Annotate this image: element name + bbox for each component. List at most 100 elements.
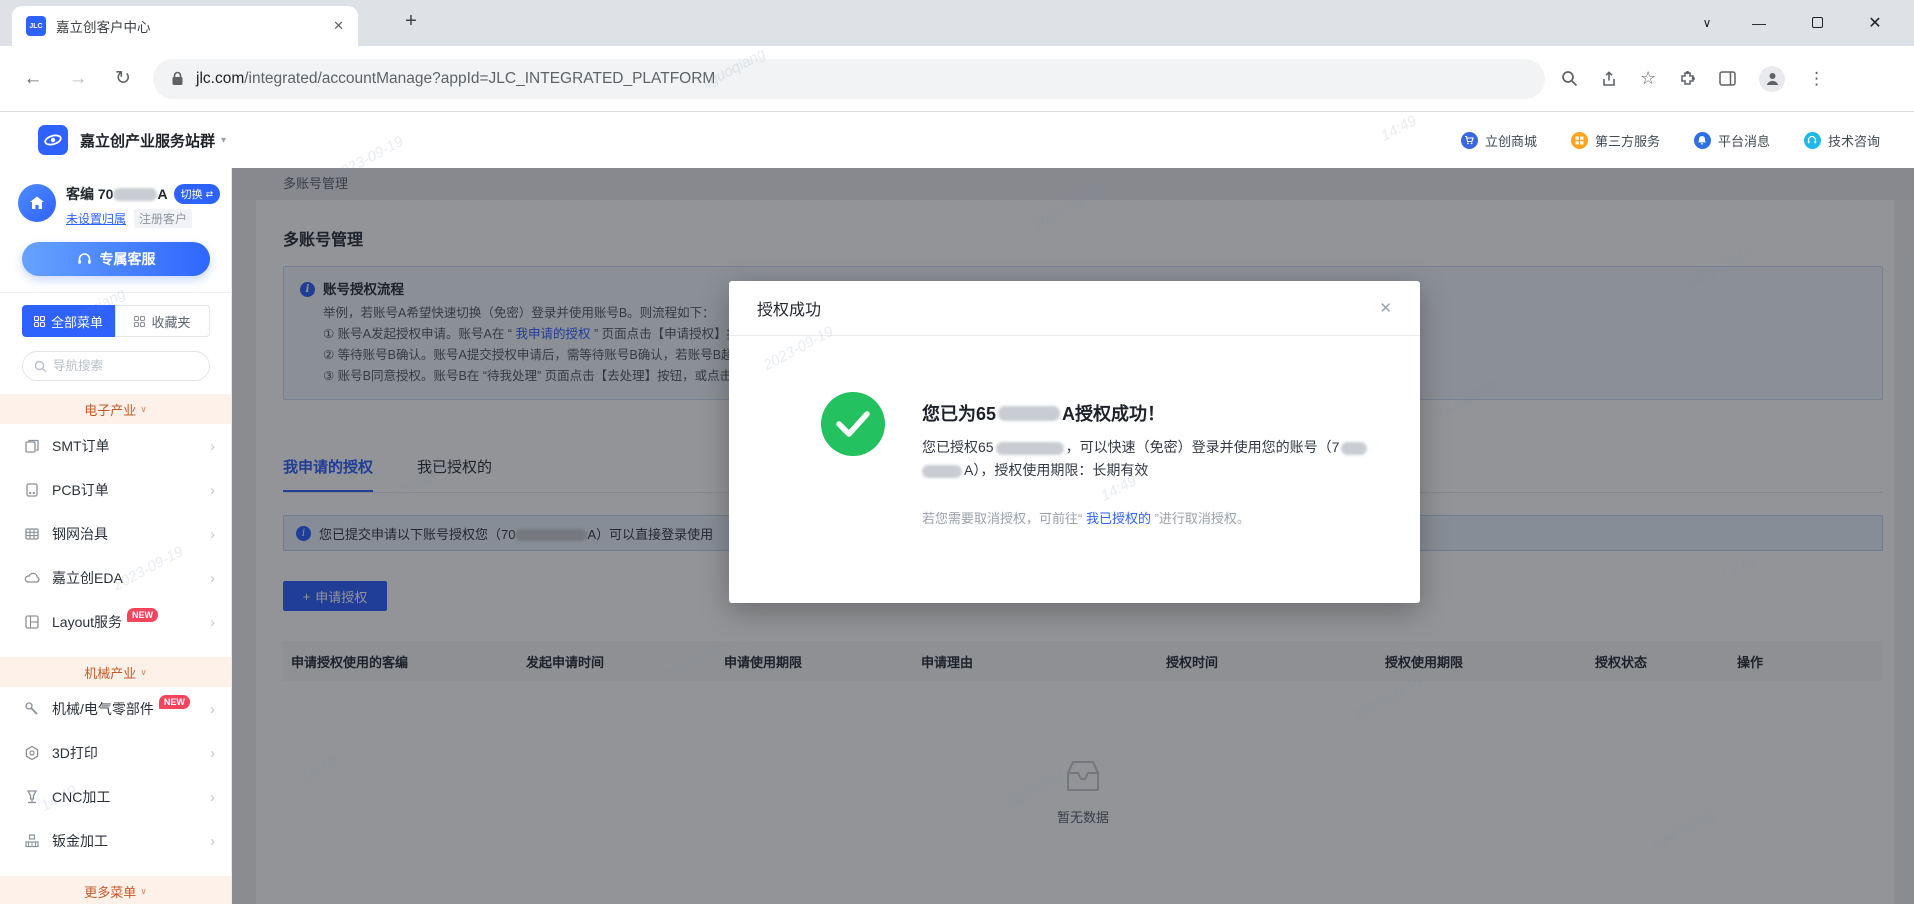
tab-all-menu[interactable]: 全部菜单 (22, 305, 115, 337)
favicon-jlc: JLC (26, 16, 46, 36)
browser-profile-avatar[interactable] (1759, 66, 1785, 92)
side-panel-icon[interactable] (1719, 71, 1736, 86)
section-machinery[interactable]: 机械产业 ∨ (0, 657, 231, 687)
maximize-icon (1812, 17, 1823, 28)
link-label: 第三方服务 (1595, 131, 1660, 150)
chevron-right-icon: › (210, 701, 215, 718)
chevron-right-icon: › (210, 833, 215, 850)
chevron-right-icon: › (210, 570, 215, 587)
link-tech-support[interactable]: 技术咨询 (1804, 131, 1880, 150)
browser-actions: ☆ ⋮ (1561, 66, 1825, 92)
browser-urlbar: ← → ↻ jlc.com/integrated/accountManage?a… (0, 46, 1914, 112)
share-icon[interactable] (1601, 71, 1617, 87)
note-post: ”进行取消授权。 (1151, 511, 1250, 526)
brand-dropdown-icon[interactable]: ▾ (221, 135, 226, 146)
sidebar-item-mech-parts[interactable]: 机械/电气零部件 NEW › (0, 687, 231, 731)
new-tab-button[interactable]: + (398, 10, 424, 33)
dedicated-service-button[interactable]: 专属客服 (22, 242, 210, 276)
third-party-grid-icon (1571, 132, 1588, 149)
window-close-button[interactable]: ✕ (1846, 13, 1904, 33)
tab-all-menu-label: 全部菜单 (51, 312, 103, 331)
lock-icon (171, 71, 184, 86)
forward-icon[interactable]: → (66, 68, 90, 90)
chevron-down-icon: ∨ (140, 667, 147, 678)
user-info: 客编 70 A 切换 ⇄ 未设置归属 注册客户 (66, 184, 220, 228)
tab-close-icon[interactable]: ✕ (333, 18, 344, 34)
menu-tabs: 全部菜单 收藏夹 (22, 305, 210, 337)
new-badge: NEW (159, 695, 190, 709)
section-title: 更多菜单 (84, 882, 136, 901)
jlc-logo[interactable] (38, 125, 68, 155)
chevron-right-icon: › (210, 526, 215, 543)
bookmark-star-icon[interactable]: ☆ (1640, 68, 1656, 89)
minimize-button[interactable]: — (1730, 15, 1788, 31)
sidebar-divider (0, 292, 231, 293)
link-label: 平台消息 (1718, 131, 1770, 150)
extensions-puzzle-icon[interactable] (1679, 70, 1696, 87)
section-title: 电子产业 (84, 400, 136, 419)
sidebar-item-smt-order[interactable]: SMT订单 › (0, 424, 231, 468)
service-button-label: 专属客服 (100, 249, 156, 269)
success-check-icon (821, 392, 885, 456)
sidebar-item-stencil[interactable]: 钢网治具 › (0, 512, 231, 556)
url-field[interactable]: jlc.com/integrated/accountManage?appId=J… (153, 59, 1545, 99)
heading-pre: 您已为65 (922, 400, 996, 426)
link-lcsc-mall[interactable]: 立创商城 (1461, 131, 1537, 150)
service-headset-icon (77, 252, 92, 266)
reload-icon[interactable]: ↻ (111, 67, 135, 90)
success-body: 您已授权65，可以快速（免密）登录并使用您的账号（7 A），授权使用期限：长期有… (922, 436, 1397, 482)
sidebar-item-eda[interactable]: 嘉立创EDA › (0, 556, 231, 600)
auth-success-modal: 授权成功 ✕ 您已为65 A授权成功！ 您已授权65，可以快速（免密）登录并使用… (729, 281, 1420, 603)
tab-search-icon[interactable]: ∨ (1684, 16, 1730, 30)
section-electronics[interactable]: 电子产业 ∨ (0, 394, 231, 424)
smt-order-icon (24, 438, 41, 454)
sidebar-item-sheet-metal[interactable]: 钣金加工 › (0, 819, 231, 863)
user-block: 客编 70 A 切换 ⇄ 未设置归属 注册客户 (18, 184, 231, 228)
user-avatar[interactable] (18, 184, 56, 222)
maximize-button[interactable] (1788, 15, 1846, 31)
modal-close-icon[interactable]: ✕ (1379, 299, 1392, 317)
sidebar-item-label: 钣金加工 (52, 831, 108, 851)
sidebar-item-cnc[interactable]: CNC加工 › (0, 775, 231, 819)
customer-code-prefix: 客编 70 (66, 184, 113, 204)
i-authorized-link[interactable]: 我已授权的 (1086, 511, 1151, 526)
body-line-1: 您已授权65，可以快速（免密）登录并使用您的账号（7 (922, 436, 1397, 459)
success-heading: 您已为65 A授权成功！ (922, 400, 1397, 426)
chevron-right-icon: › (210, 438, 215, 455)
link-third-party[interactable]: 第三方服务 (1571, 131, 1660, 150)
browser-menu-icon[interactable]: ⋮ (1808, 69, 1825, 89)
layout-icon (24, 614, 41, 630)
switch-account-button[interactable]: 切换 ⇄ (174, 184, 221, 204)
link-platform-messages[interactable]: 平台消息 (1694, 131, 1770, 150)
chevron-right-icon: › (210, 482, 215, 499)
new-badge: NEW (127, 608, 158, 622)
wrench-icon (24, 701, 41, 717)
window-controls: ∨ — ✕ (1684, 0, 1904, 46)
sidebar: 客编 70 A 切换 ⇄ 未设置归属 注册客户 (0, 168, 232, 904)
sidebar-item-label: Layout服务 (52, 612, 122, 632)
link-label: 立创商城 (1485, 131, 1537, 150)
nav-search-input[interactable] (53, 359, 183, 373)
sidebar-item-layout-service[interactable]: Layout服务 NEW › (0, 600, 231, 644)
user-links: 未设置归属 注册客户 (66, 209, 220, 228)
ownership-link[interactable]: 未设置归属 (66, 210, 126, 227)
section-title: 机械产业 (84, 663, 136, 682)
modal-text-block: 您已为65 A授权成功！ 您已授权65，可以快速（免密）登录并使用您的账号（7 … (922, 400, 1397, 527)
section-more-menu[interactable]: 更多菜单 ∨ (0, 876, 231, 904)
bell-icon (1694, 132, 1711, 149)
zoom-search-icon[interactable] (1561, 70, 1578, 87)
chevron-down-icon: ∨ (140, 886, 147, 897)
nav-search-box[interactable] (22, 351, 210, 381)
sidebar-item-pcb-order[interactable]: PCB订单 › (0, 468, 231, 512)
sidebar-item-label: SMT订单 (52, 436, 110, 456)
sidebar-item-3d-print[interactable]: 3D打印 › (0, 731, 231, 775)
3d-print-icon (24, 745, 41, 761)
browser-tabbar: JLC 嘉立创客户中心 ✕ + ∨ — ✕ (0, 0, 1914, 46)
back-icon[interactable]: ← (21, 68, 45, 90)
url-path: /integrated/accountManage?appId=JLC_INTE… (244, 70, 715, 87)
browser-tab[interactable]: JLC 嘉立创客户中心 ✕ (12, 6, 358, 46)
body-pre: 您已授权65 (922, 439, 994, 455)
site-group-title[interactable]: 嘉立创产业服务站群 (80, 130, 215, 151)
tab-favorites[interactable]: 收藏夹 (115, 305, 210, 337)
sidebar-item-label: 钢网治具 (52, 524, 108, 544)
